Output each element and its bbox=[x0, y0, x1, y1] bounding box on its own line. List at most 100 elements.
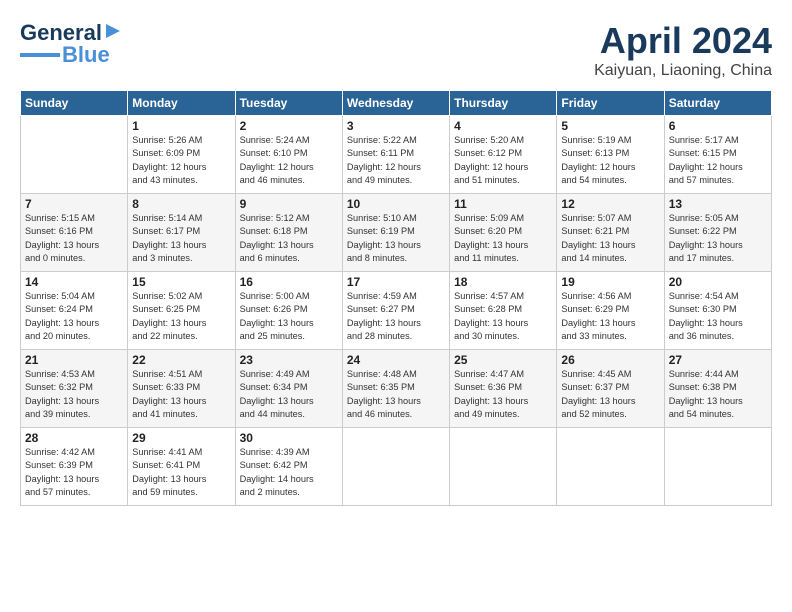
day-number: 22 bbox=[132, 353, 230, 367]
day-info: Sunrise: 4:44 AMSunset: 6:38 PMDaylight:… bbox=[669, 368, 767, 421]
day-info: Sunrise: 5:00 AMSunset: 6:26 PMDaylight:… bbox=[240, 290, 338, 343]
logo: General Blue bbox=[20, 20, 122, 68]
day-number: 2 bbox=[240, 119, 338, 133]
page: General Blue April 2024 Kaiyuan, Liaonin… bbox=[0, 0, 792, 612]
day-number: 16 bbox=[240, 275, 338, 289]
calendar-subtitle: Kaiyuan, Liaoning, China bbox=[594, 62, 772, 80]
calendar-cell: 17Sunrise: 4:59 AMSunset: 6:27 PMDayligh… bbox=[342, 272, 449, 350]
day-number: 13 bbox=[669, 197, 767, 211]
day-info: Sunrise: 5:10 AMSunset: 6:19 PMDaylight:… bbox=[347, 212, 445, 265]
calendar-cell: 21Sunrise: 4:53 AMSunset: 6:32 PMDayligh… bbox=[21, 350, 128, 428]
calendar-cell: 7Sunrise: 5:15 AMSunset: 6:16 PMDaylight… bbox=[21, 194, 128, 272]
day-info: Sunrise: 4:56 AMSunset: 6:29 PMDaylight:… bbox=[561, 290, 659, 343]
day-info: Sunrise: 5:04 AMSunset: 6:24 PMDaylight:… bbox=[25, 290, 123, 343]
calendar-cell: 23Sunrise: 4:49 AMSunset: 6:34 PMDayligh… bbox=[235, 350, 342, 428]
title-block: April 2024 Kaiyuan, Liaoning, China bbox=[594, 20, 772, 80]
day-info: Sunrise: 5:20 AMSunset: 6:12 PMDaylight:… bbox=[454, 134, 552, 187]
logo-blue-text: Blue bbox=[62, 42, 110, 68]
day-number: 10 bbox=[347, 197, 445, 211]
weekday-tuesday: Tuesday bbox=[235, 91, 342, 116]
day-number: 29 bbox=[132, 431, 230, 445]
day-info: Sunrise: 5:15 AMSunset: 6:16 PMDaylight:… bbox=[25, 212, 123, 265]
day-info: Sunrise: 5:26 AMSunset: 6:09 PMDaylight:… bbox=[132, 134, 230, 187]
calendar-cell: 6Sunrise: 5:17 AMSunset: 6:15 PMDaylight… bbox=[664, 116, 771, 194]
calendar-week-1: 1Sunrise: 5:26 AMSunset: 6:09 PMDaylight… bbox=[21, 116, 772, 194]
day-info: Sunrise: 5:05 AMSunset: 6:22 PMDaylight:… bbox=[669, 212, 767, 265]
day-number: 4 bbox=[454, 119, 552, 133]
day-number: 11 bbox=[454, 197, 552, 211]
day-number: 18 bbox=[454, 275, 552, 289]
day-info: Sunrise: 4:45 AMSunset: 6:37 PMDaylight:… bbox=[561, 368, 659, 421]
calendar-cell: 30Sunrise: 4:39 AMSunset: 6:42 PMDayligh… bbox=[235, 428, 342, 506]
calendar-cell: 25Sunrise: 4:47 AMSunset: 6:36 PMDayligh… bbox=[450, 350, 557, 428]
calendar-table: Sunday Monday Tuesday Wednesday Thursday… bbox=[20, 90, 772, 506]
calendar-cell: 14Sunrise: 5:04 AMSunset: 6:24 PMDayligh… bbox=[21, 272, 128, 350]
day-number: 9 bbox=[240, 197, 338, 211]
calendar-cell: 19Sunrise: 4:56 AMSunset: 6:29 PMDayligh… bbox=[557, 272, 664, 350]
day-info: Sunrise: 5:12 AMSunset: 6:18 PMDaylight:… bbox=[240, 212, 338, 265]
day-info: Sunrise: 4:51 AMSunset: 6:33 PMDaylight:… bbox=[132, 368, 230, 421]
calendar-cell: 8Sunrise: 5:14 AMSunset: 6:17 PMDaylight… bbox=[128, 194, 235, 272]
day-number: 25 bbox=[454, 353, 552, 367]
weekday-friday: Friday bbox=[557, 91, 664, 116]
day-number: 14 bbox=[25, 275, 123, 289]
weekday-monday: Monday bbox=[128, 91, 235, 116]
weekday-saturday: Saturday bbox=[664, 91, 771, 116]
calendar-cell: 22Sunrise: 4:51 AMSunset: 6:33 PMDayligh… bbox=[128, 350, 235, 428]
day-info: Sunrise: 5:07 AMSunset: 6:21 PMDaylight:… bbox=[561, 212, 659, 265]
calendar-cell: 15Sunrise: 5:02 AMSunset: 6:25 PMDayligh… bbox=[128, 272, 235, 350]
day-number: 30 bbox=[240, 431, 338, 445]
day-info: Sunrise: 4:54 AMSunset: 6:30 PMDaylight:… bbox=[669, 290, 767, 343]
day-info: Sunrise: 4:49 AMSunset: 6:34 PMDaylight:… bbox=[240, 368, 338, 421]
day-number: 28 bbox=[25, 431, 123, 445]
day-number: 12 bbox=[561, 197, 659, 211]
day-info: Sunrise: 4:48 AMSunset: 6:35 PMDaylight:… bbox=[347, 368, 445, 421]
day-number: 21 bbox=[25, 353, 123, 367]
calendar-cell bbox=[557, 428, 664, 506]
day-info: Sunrise: 4:47 AMSunset: 6:36 PMDaylight:… bbox=[454, 368, 552, 421]
day-number: 5 bbox=[561, 119, 659, 133]
calendar-week-4: 21Sunrise: 4:53 AMSunset: 6:32 PMDayligh… bbox=[21, 350, 772, 428]
calendar-cell: 28Sunrise: 4:42 AMSunset: 6:39 PMDayligh… bbox=[21, 428, 128, 506]
calendar-title: April 2024 bbox=[594, 20, 772, 62]
calendar-cell: 9Sunrise: 5:12 AMSunset: 6:18 PMDaylight… bbox=[235, 194, 342, 272]
calendar-cell: 5Sunrise: 5:19 AMSunset: 6:13 PMDaylight… bbox=[557, 116, 664, 194]
day-number: 15 bbox=[132, 275, 230, 289]
day-number: 8 bbox=[132, 197, 230, 211]
day-info: Sunrise: 4:41 AMSunset: 6:41 PMDaylight:… bbox=[132, 446, 230, 499]
day-info: Sunrise: 4:42 AMSunset: 6:39 PMDaylight:… bbox=[25, 446, 123, 499]
weekday-thursday: Thursday bbox=[450, 91, 557, 116]
day-info: Sunrise: 5:02 AMSunset: 6:25 PMDaylight:… bbox=[132, 290, 230, 343]
calendar-cell: 4Sunrise: 5:20 AMSunset: 6:12 PMDaylight… bbox=[450, 116, 557, 194]
day-info: Sunrise: 5:19 AMSunset: 6:13 PMDaylight:… bbox=[561, 134, 659, 187]
calendar-cell bbox=[450, 428, 557, 506]
calendar-cell bbox=[342, 428, 449, 506]
day-info: Sunrise: 4:53 AMSunset: 6:32 PMDaylight:… bbox=[25, 368, 123, 421]
calendar-cell bbox=[21, 116, 128, 194]
logo-bar bbox=[20, 53, 60, 57]
day-number: 6 bbox=[669, 119, 767, 133]
day-number: 1 bbox=[132, 119, 230, 133]
calendar-cell: 2Sunrise: 5:24 AMSunset: 6:10 PMDaylight… bbox=[235, 116, 342, 194]
calendar-cell: 10Sunrise: 5:10 AMSunset: 6:19 PMDayligh… bbox=[342, 194, 449, 272]
day-number: 20 bbox=[669, 275, 767, 289]
day-info: Sunrise: 4:39 AMSunset: 6:42 PMDaylight:… bbox=[240, 446, 338, 499]
calendar-cell: 13Sunrise: 5:05 AMSunset: 6:22 PMDayligh… bbox=[664, 194, 771, 272]
weekday-wednesday: Wednesday bbox=[342, 91, 449, 116]
calendar-week-2: 7Sunrise: 5:15 AMSunset: 6:16 PMDaylight… bbox=[21, 194, 772, 272]
weekday-header-row: Sunday Monday Tuesday Wednesday Thursday… bbox=[21, 91, 772, 116]
calendar-week-5: 28Sunrise: 4:42 AMSunset: 6:39 PMDayligh… bbox=[21, 428, 772, 506]
day-number: 24 bbox=[347, 353, 445, 367]
calendar-cell: 24Sunrise: 4:48 AMSunset: 6:35 PMDayligh… bbox=[342, 350, 449, 428]
calendar-cell bbox=[664, 428, 771, 506]
day-info: Sunrise: 4:59 AMSunset: 6:27 PMDaylight:… bbox=[347, 290, 445, 343]
day-info: Sunrise: 5:14 AMSunset: 6:17 PMDaylight:… bbox=[132, 212, 230, 265]
day-number: 7 bbox=[25, 197, 123, 211]
day-number: 19 bbox=[561, 275, 659, 289]
day-number: 26 bbox=[561, 353, 659, 367]
calendar-cell: 1Sunrise: 5:26 AMSunset: 6:09 PMDaylight… bbox=[128, 116, 235, 194]
header: General Blue April 2024 Kaiyuan, Liaonin… bbox=[20, 20, 772, 80]
logo-arrow-icon bbox=[104, 22, 122, 40]
calendar-cell: 29Sunrise: 4:41 AMSunset: 6:41 PMDayligh… bbox=[128, 428, 235, 506]
calendar-cell: 3Sunrise: 5:22 AMSunset: 6:11 PMDaylight… bbox=[342, 116, 449, 194]
